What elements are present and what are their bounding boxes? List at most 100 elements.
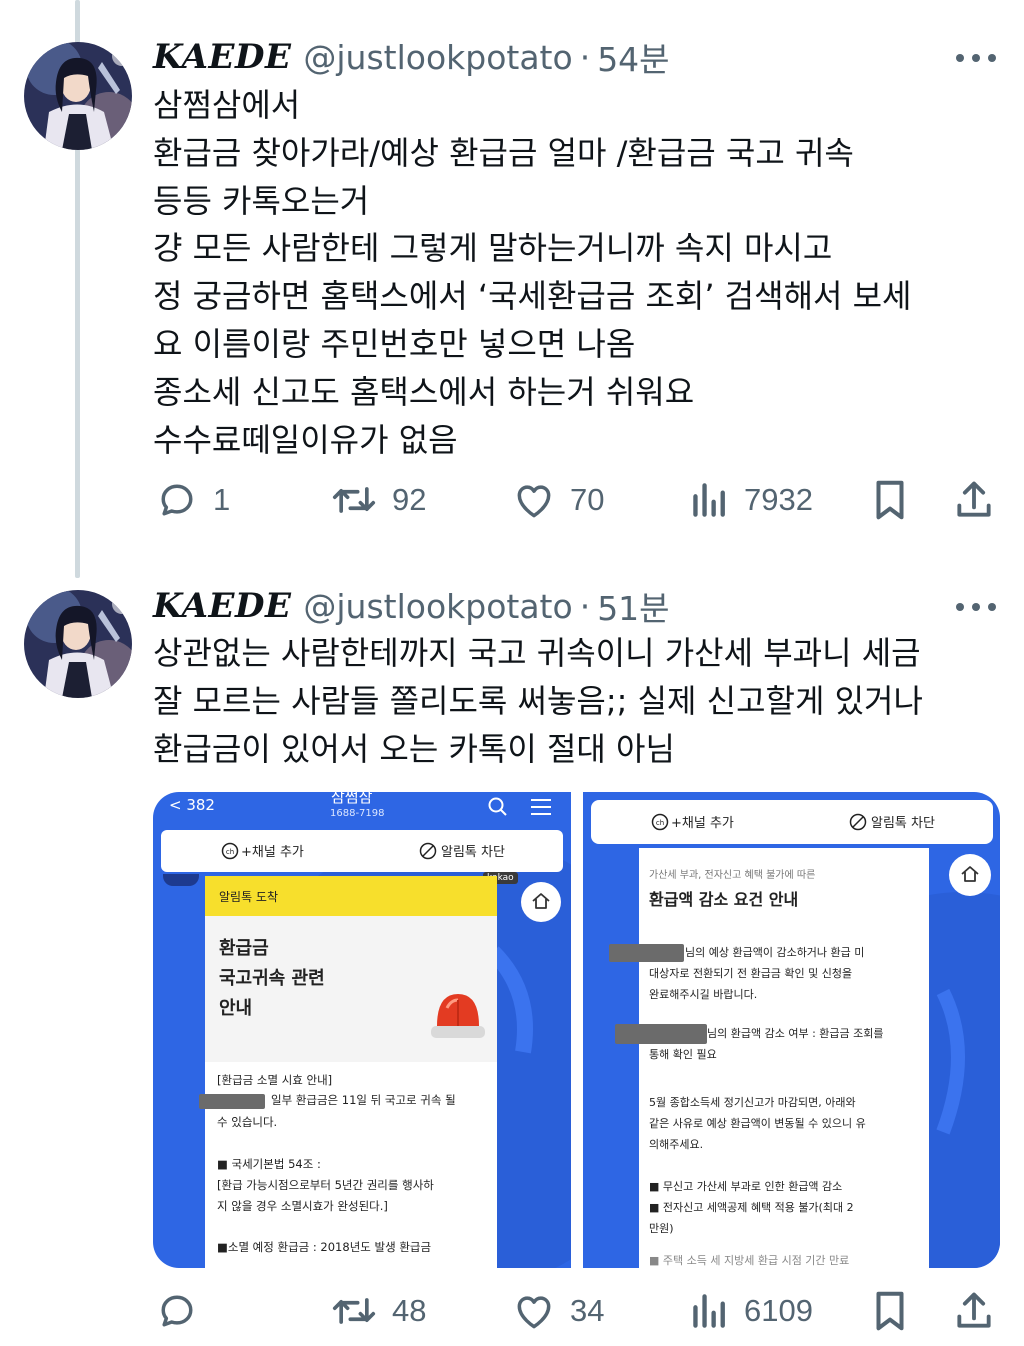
media-attachment[interactable]: < 382 삼쩜삼 1688-7198 ch +채널 추가 알림톡 차단 kak… bbox=[153, 792, 1000, 1268]
alimtalk-banner: 알림톡 도착 bbox=[205, 876, 497, 916]
display-name[interactable]: KAEDE bbox=[153, 586, 291, 626]
tweet-line: 환급금 찾아가라/예상 환급금 얼마 /환급금 국고 귀속 bbox=[153, 133, 854, 172]
tweet-line: 상관없는 사람한테까지 국고 귀속이니 가산세 부과니 세금 bbox=[153, 634, 921, 672]
handle[interactable]: @justlookpotato bbox=[303, 587, 572, 626]
like-button[interactable]: 70 bbox=[512, 475, 604, 525]
reply-icon bbox=[155, 1289, 199, 1333]
p1-line-3: 완료해주시길 바랍니다. bbox=[649, 988, 758, 1001]
tweet-header: KAEDE @justlookpotato · 51분 bbox=[153, 584, 670, 628]
display-name[interactable]: KAEDE bbox=[153, 37, 291, 77]
retweet-button[interactable]: 48 bbox=[330, 1286, 426, 1336]
tweet-text: 상관없는 사람한테까지 국고 귀속이니 가산세 부과니 세금 잘 모르는 사람들… bbox=[153, 630, 1013, 773]
retweet-icon bbox=[330, 1289, 378, 1333]
p1-line-1: 님의 예상 환급액이 감소하거나 환급 미 bbox=[685, 946, 865, 959]
tweet-line: 등등 카톡오는거 bbox=[153, 181, 370, 220]
card-heading-2: 국고귀속 관련 bbox=[219, 968, 325, 989]
tweet-line: 종소세 신고도 홈택스에서 하는거 쉬워요 bbox=[153, 372, 695, 411]
views-icon bbox=[690, 1289, 730, 1333]
handle[interactable]: @justlookpotato bbox=[303, 38, 572, 77]
bookmark-button[interactable] bbox=[870, 1286, 910, 1336]
like-icon bbox=[512, 1289, 556, 1333]
notice-line-2: 수 있습니다. bbox=[217, 1115, 278, 1129]
bullet-2-line-2: 만원) bbox=[649, 1222, 674, 1235]
separator-dot: · bbox=[579, 37, 591, 77]
tweet-text: 삼쩜삼에서 환급금 찾아가라/예상 환급금 얼마 /환급금 국고 귀속 등등 카… bbox=[153, 82, 1013, 464]
tweet-line: 환급금이 있어서 오는 카톡이 절대 아님 bbox=[153, 729, 675, 768]
bookmark-icon bbox=[870, 477, 910, 523]
timestamp[interactable]: 54분 bbox=[597, 33, 669, 81]
card-title: 환급액 감소 요건 안내 bbox=[649, 890, 799, 909]
notice-line-1: 일부 환급금은 11일 뒤 국고로 귀속 될 bbox=[271, 1093, 456, 1107]
like-count: 34 bbox=[570, 1293, 605, 1328]
share-icon bbox=[952, 477, 996, 523]
back-button[interactable]: < 382 bbox=[169, 796, 215, 814]
channel-bar: ch +채널 추가 알림톡 차단 bbox=[161, 830, 563, 872]
svg-text:ch: ch bbox=[656, 819, 664, 827]
timestamp[interactable]: 51분 bbox=[597, 582, 669, 630]
more-icon[interactable] bbox=[956, 597, 996, 617]
tweet-line: 잘 모르는 사람들 쫄리도록 써놓음;; 실제 신고할게 있거나 bbox=[153, 681, 923, 720]
add-channel-button[interactable]: +채널 추가 bbox=[241, 841, 304, 860]
add-channel-button[interactable]: +채널 추가 bbox=[671, 812, 734, 831]
block-button[interactable]: 알림톡 차단 bbox=[441, 841, 505, 860]
p1-line-2: 대상자로 전환되기 전 환급금 확인 및 신청을 bbox=[649, 967, 853, 980]
block-icon bbox=[419, 842, 437, 864]
reply-button[interactable] bbox=[155, 1286, 213, 1336]
bookmark-button[interactable] bbox=[870, 475, 910, 525]
p2-line-2: 통해 확인 필요 bbox=[649, 1048, 717, 1061]
block-icon bbox=[849, 813, 867, 835]
retweet-count: 92 bbox=[392, 482, 427, 517]
block-button[interactable]: 알림톡 차단 bbox=[871, 812, 935, 831]
like-count: 70 bbox=[570, 482, 605, 517]
redacted-name bbox=[609, 944, 684, 962]
channel-icon: ch bbox=[651, 813, 669, 835]
p3-line-1: 5월 종합소득세 정기신고가 마감되면, 아래와 bbox=[649, 1096, 856, 1109]
law-line-1: [환급 가능시점으로부터 5년간 권리를 행사하 bbox=[217, 1178, 434, 1192]
notice-title: [환급금 소멸 시효 안내] bbox=[217, 1073, 333, 1087]
home-button[interactable] bbox=[949, 854, 991, 896]
law-line-2: 지 않을 경우 소멸시효가 완성된다.] bbox=[217, 1199, 388, 1213]
card-heading-1: 환급금 bbox=[219, 938, 269, 959]
share-button[interactable] bbox=[952, 1286, 996, 1336]
channel-title: 삼쩜삼 bbox=[331, 792, 373, 806]
kakao-screenshot-right[interactable]: ch +채널 추가 알림톡 차단 가산세 부과, 전자신고 혜택 불가에 따른 … bbox=[583, 792, 1000, 1268]
card-hero: 환급금 국고귀속 관련 안내 bbox=[205, 916, 497, 1062]
views-count: 7932 bbox=[744, 482, 813, 517]
card-heading-3: 안내 bbox=[219, 998, 253, 1019]
views-icon bbox=[690, 478, 730, 522]
law-title: ■ 국세기본법 54조 : bbox=[217, 1157, 321, 1171]
p3-line-2: 같은 사유로 예상 환급액이 변동될 수 있으니 유 bbox=[649, 1117, 866, 1130]
retweet-button[interactable]: 92 bbox=[330, 475, 426, 525]
views-button[interactable]: 6109 bbox=[690, 1286, 813, 1336]
bullet-2-line-1: ■ 전자신고 세액공제 혜택 적용 불가(최대 2 bbox=[649, 1201, 854, 1214]
action-bar: 1 92 70 7932 bbox=[150, 475, 1010, 525]
reply-count: 1 bbox=[213, 482, 231, 517]
retweet-count: 48 bbox=[392, 1293, 427, 1328]
views-button[interactable]: 7932 bbox=[690, 475, 813, 525]
redacted-name bbox=[615, 1024, 707, 1044]
channel-bar: ch +채널 추가 알림톡 차단 bbox=[591, 800, 993, 844]
siren-icon bbox=[427, 986, 489, 1052]
avatar[interactable] bbox=[24, 42, 132, 150]
search-icon[interactable] bbox=[487, 796, 509, 822]
kakao-screenshot-left[interactable]: < 382 삼쩜삼 1688-7198 ch +채널 추가 알림톡 차단 kak… bbox=[153, 792, 571, 1268]
bullet-1: ■ 무신고 가산세 부과로 인한 환급액 감소 bbox=[649, 1180, 843, 1193]
p2-line-1: 님의 환급액 감소 여부 : 환급금 조회를 bbox=[707, 1027, 884, 1040]
alimtalk-card: 알림톡 도착 환급금 국고귀속 관련 안내 [환급금 소멸 시효 안내] 일부 … bbox=[199, 876, 497, 1268]
like-icon bbox=[512, 478, 556, 522]
menu-icon[interactable] bbox=[529, 798, 553, 820]
svg-text:ch: ch bbox=[226, 848, 234, 856]
tweet-line: 삼쩜삼에서 bbox=[153, 86, 301, 124]
reply-button[interactable]: 1 bbox=[155, 475, 230, 525]
home-button[interactable] bbox=[521, 882, 561, 922]
redacted-name bbox=[199, 1094, 265, 1109]
views-count: 6109 bbox=[744, 1293, 813, 1328]
share-icon bbox=[952, 1288, 996, 1334]
share-button[interactable] bbox=[952, 475, 996, 525]
more-icon[interactable] bbox=[956, 48, 996, 68]
home-icon bbox=[960, 864, 980, 888]
bullet-3: ■ 주택 소득 세 지방세 환급 시점 기간 만료 bbox=[649, 1254, 850, 1267]
avatar[interactable] bbox=[24, 590, 132, 698]
like-button[interactable]: 34 bbox=[512, 1286, 604, 1336]
expire-line: ■소멸 예정 환급금 : 2018년도 발생 환급금 bbox=[217, 1240, 432, 1254]
